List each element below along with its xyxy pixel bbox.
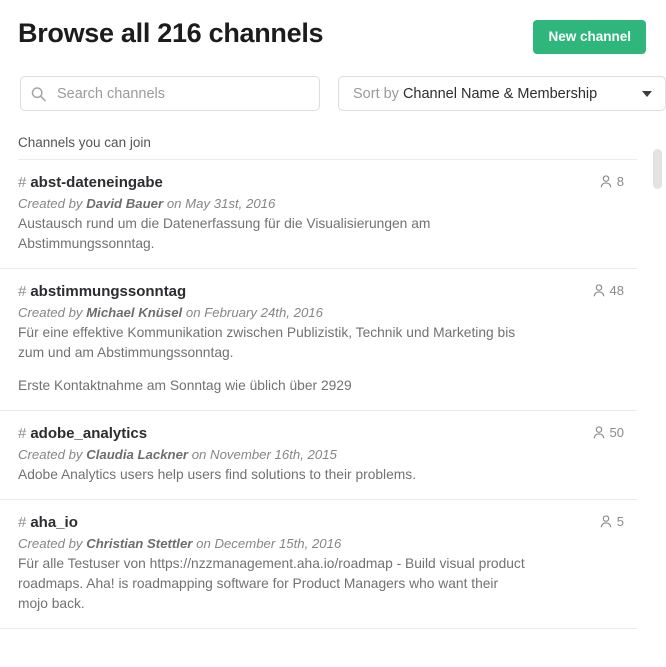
user-icon (600, 515, 612, 528)
sort-value: Channel Name & Membership (402, 85, 598, 102)
list-item[interactable]: # adobe_analytics Created by Claudia Lac… (0, 411, 637, 500)
channel-purpose: Austausch rund um die Datenerfassung für… (18, 216, 431, 251)
member-count-value: 5 (616, 514, 624, 529)
channel-name[interactable]: # abst-dateneingabe (18, 173, 637, 193)
channel-created-line: Created by Christian Stettler on Decembe… (18, 534, 637, 553)
user-icon (593, 426, 605, 439)
channel-list-viewport: # abst-dateneingabe Created by David Bau… (0, 160, 666, 629)
browse-channels-page: Browse all 216 channels New channel Sort… (0, 0, 666, 667)
member-count: 50 (593, 425, 624, 440)
member-count-value: 8 (616, 174, 624, 189)
channel-purpose: Adobe Analytics users help users find so… (18, 467, 417, 482)
created-suffix: on February 24th, 2016 (182, 305, 323, 320)
channel-purpose-secondary: Erste Kontaktnahme am Sonntag wie üblich… (18, 378, 352, 393)
channel-created-line: Created by Claudia Lackner on November 1… (18, 445, 637, 464)
channel-name-text: aha_io (30, 514, 78, 531)
channel-name-text: abst-dateneingabe (30, 174, 163, 191)
list-item[interactable]: # abst-dateneingabe Created by David Bau… (0, 160, 637, 269)
created-prefix: Created by (18, 196, 87, 211)
created-prefix: Created by (18, 305, 87, 320)
created-prefix: Created by (18, 447, 87, 462)
channel-name[interactable]: # aha_io (18, 513, 637, 533)
list-item[interactable]: # abstimmungssonntag Created by Michael … (0, 269, 637, 411)
list-item[interactable]: # aha_io Created by Christian Stettler o… (0, 500, 637, 629)
hash-icon: # (18, 514, 27, 531)
search-input[interactable] (20, 76, 320, 111)
channel-created-line: Created by Michael Knüsel on February 24… (18, 303, 637, 322)
controls-row: Sort by Channel Name & Membership (0, 54, 666, 111)
section-label: Channels you can join (18, 135, 151, 150)
created-suffix: on November 16th, 2015 (188, 447, 337, 462)
channel-purpose: Für alle Testuser von https://nzzmanagem… (18, 556, 525, 611)
member-count-value: 48 (609, 283, 624, 298)
hash-icon: # (18, 425, 27, 442)
channel-author: Michael Knüsel (86, 305, 183, 320)
hash-icon: # (18, 174, 27, 191)
member-count: 5 (600, 514, 624, 529)
channel-author: David Bauer (86, 196, 164, 211)
created-prefix: Created by (18, 536, 87, 551)
user-icon (593, 284, 605, 297)
sort-label: Sort by (353, 85, 399, 102)
page-header: Browse all 216 channels New channel (0, 0, 666, 54)
scrollbar-track[interactable] (653, 140, 662, 661)
new-channel-button[interactable]: New channel (533, 20, 646, 54)
member-count: 48 (593, 283, 624, 298)
channel-name[interactable]: # adobe_analytics (18, 424, 637, 444)
created-suffix: on December 15th, 2016 (192, 536, 342, 551)
channel-created-line: Created by David Bauer on May 31st, 2016 (18, 194, 637, 213)
channel-name-text: abstimmungssonntag (30, 283, 187, 300)
hash-icon: # (18, 283, 27, 300)
page-title: Browse all 216 channels (18, 18, 324, 48)
channel-author: Claudia Lackner (86, 447, 189, 462)
user-icon (600, 175, 612, 188)
member-count: 8 (600, 174, 624, 189)
channel-purpose: Für eine effektive Kommunikation zwische… (18, 325, 516, 360)
channel-author: Christian Stettler (86, 536, 193, 551)
channel-name-text: adobe_analytics (30, 425, 148, 442)
search-field[interactable] (20, 76, 320, 111)
channel-name[interactable]: # abstimmungssonntag (18, 282, 637, 302)
chevron-down-icon (642, 90, 652, 97)
member-count-value: 50 (609, 425, 624, 440)
created-suffix: on May 31st, 2016 (163, 196, 276, 211)
sort-dropdown[interactable]: Sort by Channel Name & Membership (338, 76, 666, 111)
scrollbar-thumb[interactable] (653, 149, 662, 189)
channel-list: # abst-dateneingabe Created by David Bau… (0, 160, 666, 629)
